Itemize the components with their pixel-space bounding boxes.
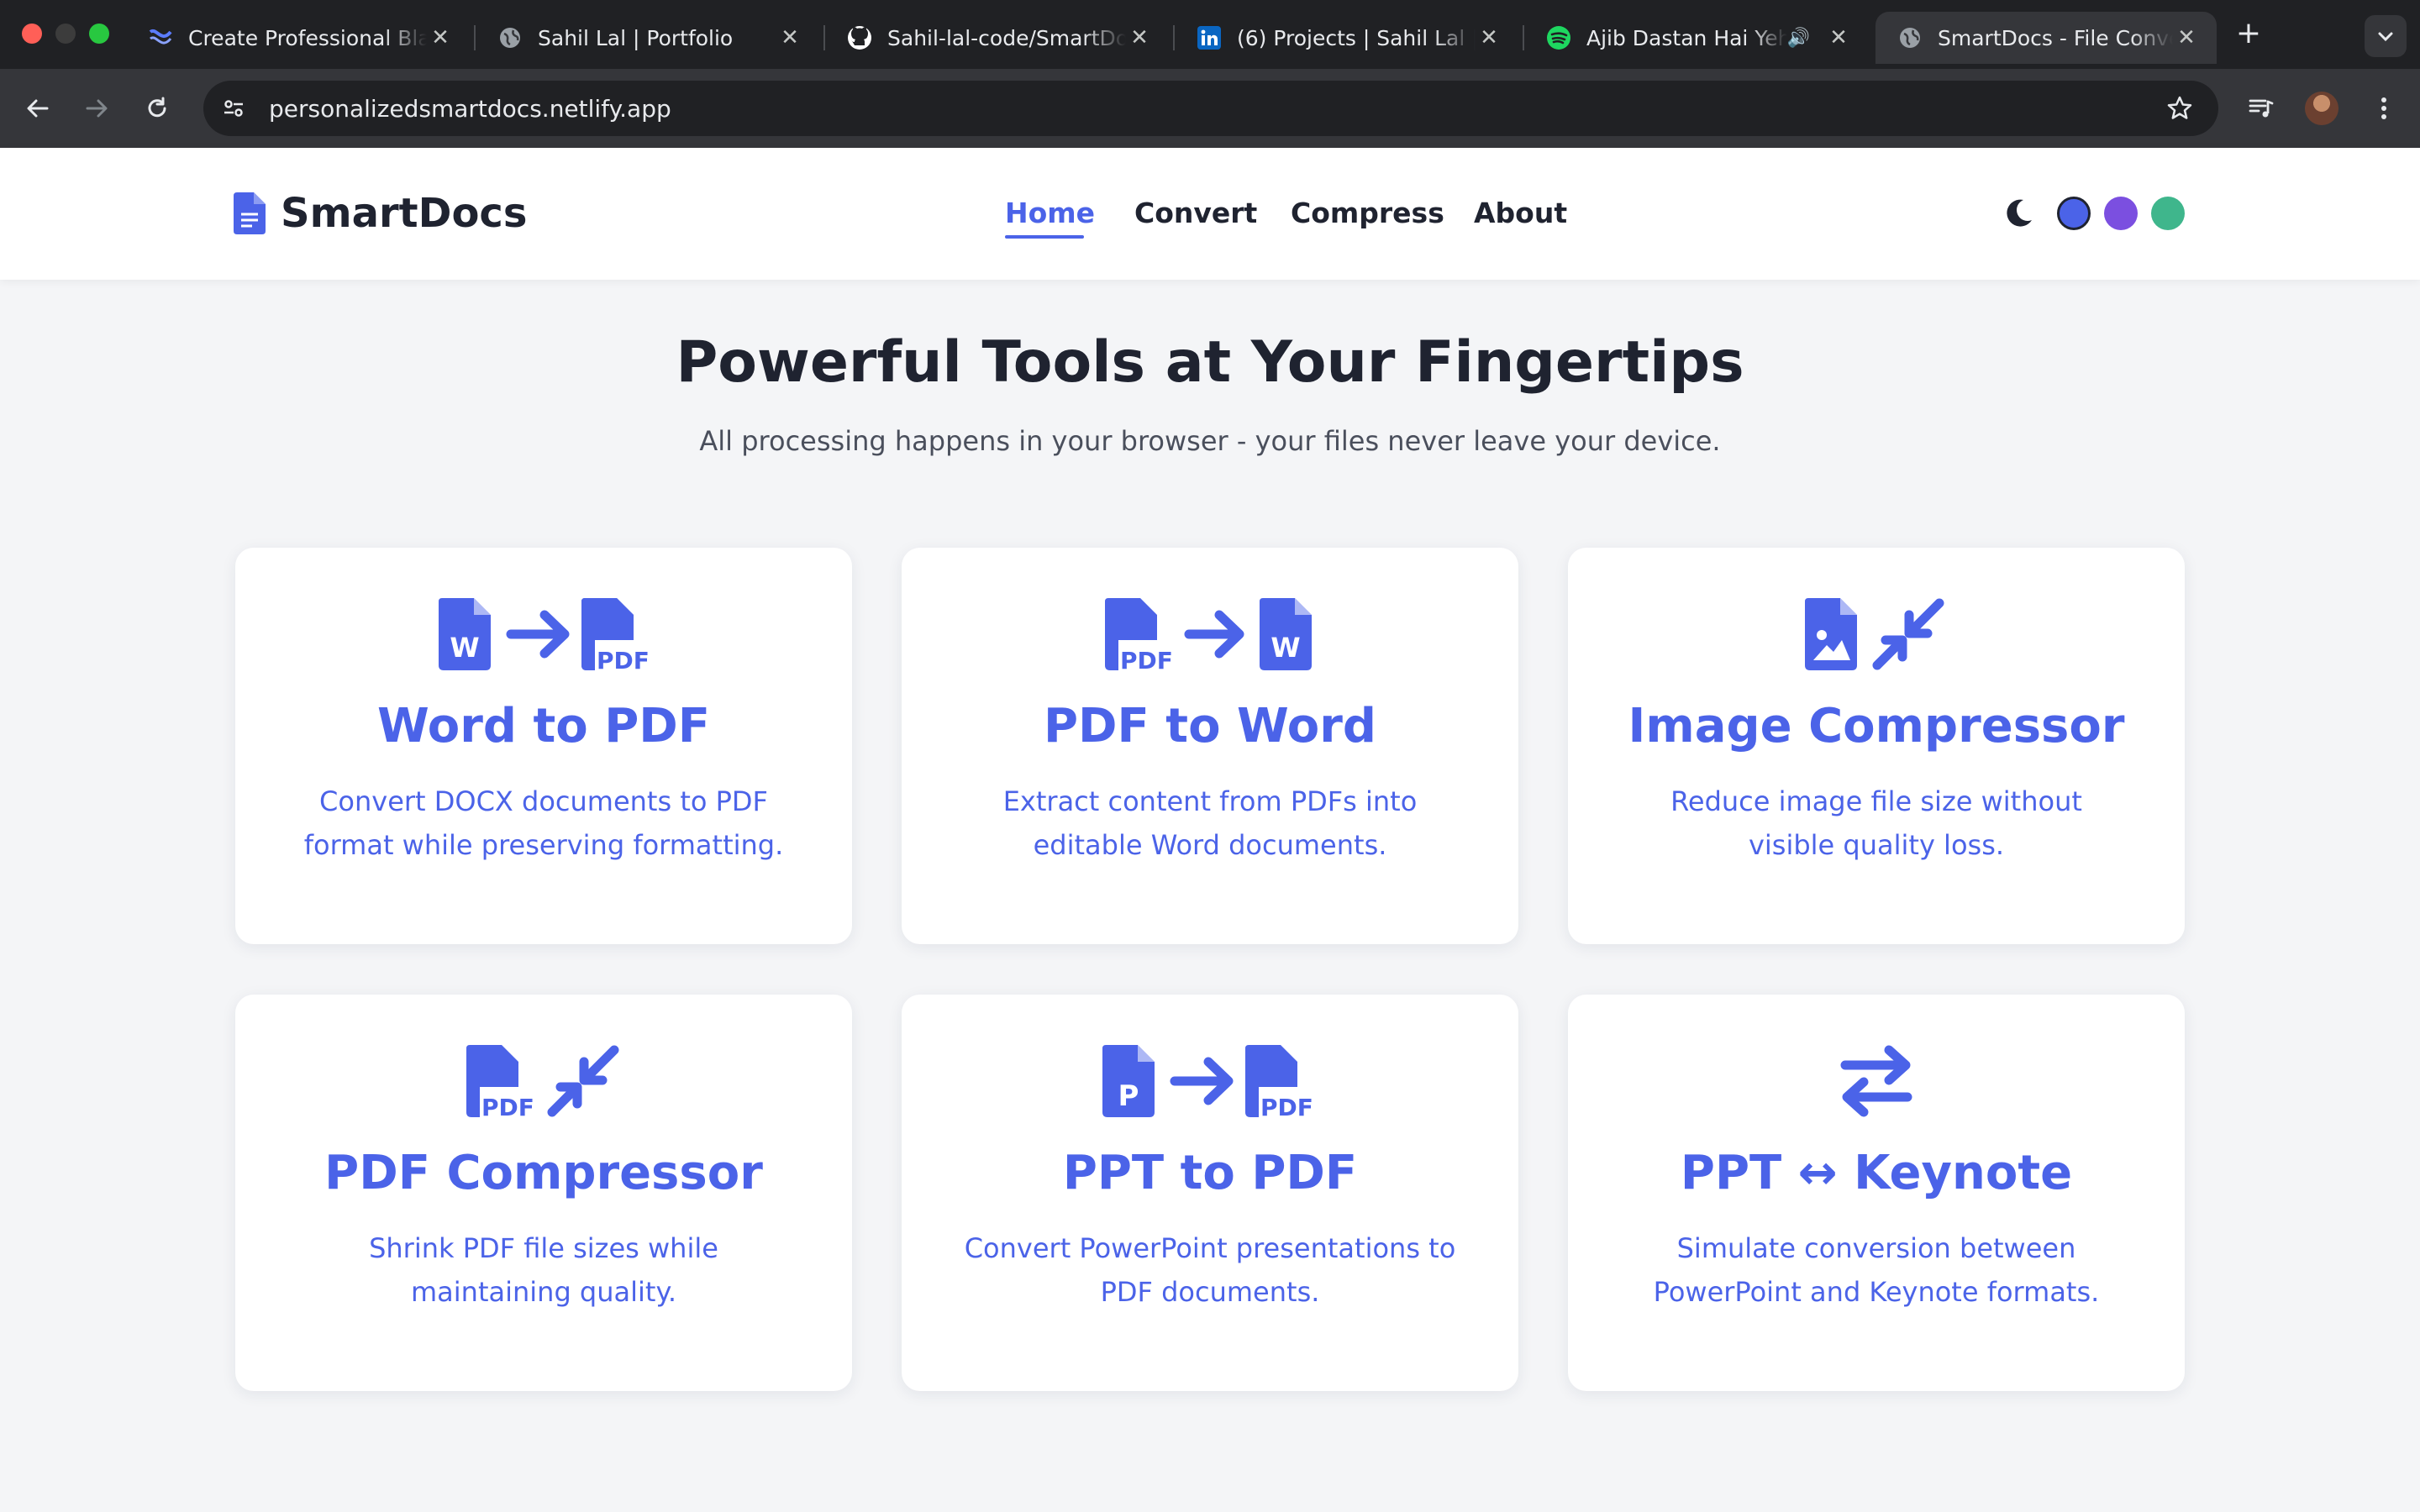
hero-title: Powerful Tools at Your Fingertips — [676, 329, 1744, 396]
tab-title: (6) Projects | Sahil Lal | L — [1237, 25, 1476, 50]
url-text[interactable]: personalizedsmartdocs.netlify.app — [269, 95, 671, 123]
tab-close-icon[interactable]: ✕ — [1825, 25, 1852, 50]
tool-card-ppt-to-pdf[interactable]: P PDF PPT to PDF Convert PowerPoint pres… — [902, 995, 1518, 1391]
window-zoom-button[interactable] — [89, 24, 109, 44]
reload-button[interactable] — [136, 87, 178, 129]
kebab-menu-icon — [2381, 97, 2386, 119]
tool-title: PDF to Word — [1044, 699, 1376, 753]
new-tab-button[interactable]: + — [2232, 15, 2265, 52]
tab-close-icon[interactable]: ✕ — [427, 25, 454, 50]
pdf-to-word-icon: PDF W — [902, 596, 1518, 672]
tool-title: Image Compressor — [1628, 699, 2125, 753]
tool-card-pdf-to-word[interactable]: PDF W PDF to Word Extract content from P… — [902, 548, 1518, 944]
tab-title: Create Professional Blac — [188, 25, 427, 50]
tab-search-button[interactable] — [2365, 15, 2407, 57]
word-to-pdf-icon: W PDF — [235, 596, 852, 672]
svg-text:PDF: PDF — [1120, 647, 1173, 670]
theme-swatch-purple[interactable] — [2104, 197, 2138, 230]
site-info-icon[interactable] — [215, 90, 252, 127]
tab-title: SmartDocs - File Conve — [1938, 25, 2173, 50]
tool-card-image-compressor[interactable]: Image Compressor Reduce image file size … — [1568, 548, 2185, 944]
spotify-icon — [1546, 25, 1571, 50]
browser-tab[interactable]: Sahil Lal | Portfolio ✕ — [476, 12, 820, 64]
window-minimize-button[interactable] — [55, 24, 76, 44]
svg-text:W: W — [450, 632, 479, 664]
tab-title: Sahil Lal | Portfolio — [538, 25, 734, 50]
media-controls-button[interactable] — [2240, 87, 2282, 129]
swap-arrows-icon — [1568, 1043, 2185, 1119]
tab-close-icon[interactable]: ✕ — [1126, 25, 1153, 50]
dark-mode-toggle[interactable] — [2002, 197, 2035, 230]
moon-icon — [2007, 199, 2032, 227]
ppt-to-pdf-icon: P PDF — [902, 1043, 1518, 1119]
svg-text:PDF: PDF — [1260, 1094, 1313, 1117]
browser-tab[interactable]: Ajib Dastan Hai Yeh 🔊 ✕ — [1524, 12, 1869, 64]
tool-title: PDF Compressor — [324, 1146, 763, 1200]
tool-description: Convert PowerPoint presentations to PDF … — [964, 1232, 1456, 1308]
tool-title: Word to PDF — [377, 699, 710, 753]
tool-title: PPT ↔ Keynote — [1680, 1146, 2073, 1200]
svg-text:P: P — [1118, 1079, 1139, 1113]
bookmark-star-icon[interactable] — [2163, 92, 2196, 125]
page-content: SmartDocs Home Convert Compress About Po… — [0, 148, 2420, 1512]
nav-compress[interactable]: Compress — [1291, 197, 1444, 229]
svg-text:PDF: PDF — [597, 647, 649, 670]
tool-description: Shrink PDF file sizes while maintaining … — [369, 1232, 718, 1308]
chevron-down-icon — [2378, 32, 2393, 42]
arrow-left-icon — [27, 99, 49, 118]
address-bar[interactable]: personalizedsmartdocs.netlify.app — [203, 81, 2218, 136]
tab-title: Ajib Dastan Hai Yeh — [1586, 25, 1787, 50]
tool-description: Simulate conversion between PowerPoint a… — [1653, 1232, 2100, 1308]
profile-avatar[interactable] — [2301, 87, 2343, 129]
browser-tab[interactable]: (6) Projects | Sahil Lal | L ✕ — [1175, 12, 1519, 64]
tool-card-pdf-compressor[interactable]: PDF PDF Compressor Shrink PDF file sizes… — [235, 995, 852, 1391]
theme-swatch-green[interactable] — [2151, 197, 2185, 230]
linkedin-icon — [1197, 25, 1222, 50]
browser-toolbar: personalizedsmartdocs.netlify.app — [0, 69, 2420, 148]
window-close-button[interactable] — [22, 24, 42, 44]
browser-tab[interactable]: Create Professional Blac ✕ — [126, 12, 471, 64]
flow-logo-icon — [148, 25, 173, 50]
tool-card-ppt-keynote[interactable]: PPT ↔ Keynote Simulate conversion betwee… — [1568, 995, 2185, 1391]
tab-close-icon[interactable]: ✕ — [776, 25, 803, 50]
logo-text: SmartDocs — [281, 190, 528, 237]
avatar — [2305, 92, 2338, 125]
tab-close-icon[interactable]: ✕ — [2173, 25, 2200, 50]
nav-home[interactable]: Home — [1005, 197, 1095, 229]
site-logo[interactable]: SmartDocs — [234, 190, 527, 237]
pdf-compress-icon: PDF — [235, 1043, 852, 1119]
browser-tab-bar: Create Professional Blac ✕ Sahil Lal | P… — [0, 0, 2420, 69]
site-header: SmartDocs Home Convert Compress About — [0, 148, 2420, 280]
tool-title: PPT to PDF — [1062, 1146, 1358, 1200]
svg-text:W: W — [1270, 632, 1300, 664]
reload-icon — [148, 97, 166, 118]
tool-description: Extract content from PDFs into editable … — [1002, 785, 1418, 861]
github-icon — [847, 25, 872, 50]
nav-about[interactable]: About — [1474, 197, 1567, 229]
theme-swatch-blue[interactable] — [2057, 197, 2091, 230]
globe-icon — [497, 25, 523, 50]
arrow-right-icon — [86, 99, 108, 118]
audio-playing-icon[interactable]: 🔊 — [1787, 28, 1810, 49]
hero-subtitle: All processing happens in your browser -… — [699, 425, 1721, 457]
tab-close-icon[interactable]: ✕ — [1476, 25, 1502, 50]
browser-menu-button[interactable] — [2363, 87, 2405, 129]
tool-description: Reduce image file size without visible q… — [1670, 785, 2082, 861]
browser-tab[interactable]: Sahil-lal-code/SmartDoc ✕ — [825, 12, 1170, 64]
svg-text:PDF: PDF — [481, 1094, 534, 1117]
nav-active-indicator — [1005, 235, 1084, 239]
tool-card-word-to-pdf[interactable]: W PDF Word to PDF Convert DOCX documents… — [235, 548, 852, 944]
globe-icon — [1897, 25, 1923, 50]
browser-tab-active[interactable]: SmartDocs - File Conve ✕ — [1876, 12, 2217, 64]
document-icon — [234, 192, 266, 234]
tool-description: Convert DOCX documents to PDF format whi… — [303, 785, 784, 861]
tab-title: Sahil-lal-code/SmartDoc — [887, 25, 1126, 50]
nav-convert[interactable]: Convert — [1134, 197, 1257, 229]
image-compress-icon — [1568, 596, 2185, 672]
queue-music-icon — [2249, 99, 2274, 118]
back-button[interactable] — [17, 87, 59, 129]
forward-button[interactable] — [76, 87, 118, 129]
